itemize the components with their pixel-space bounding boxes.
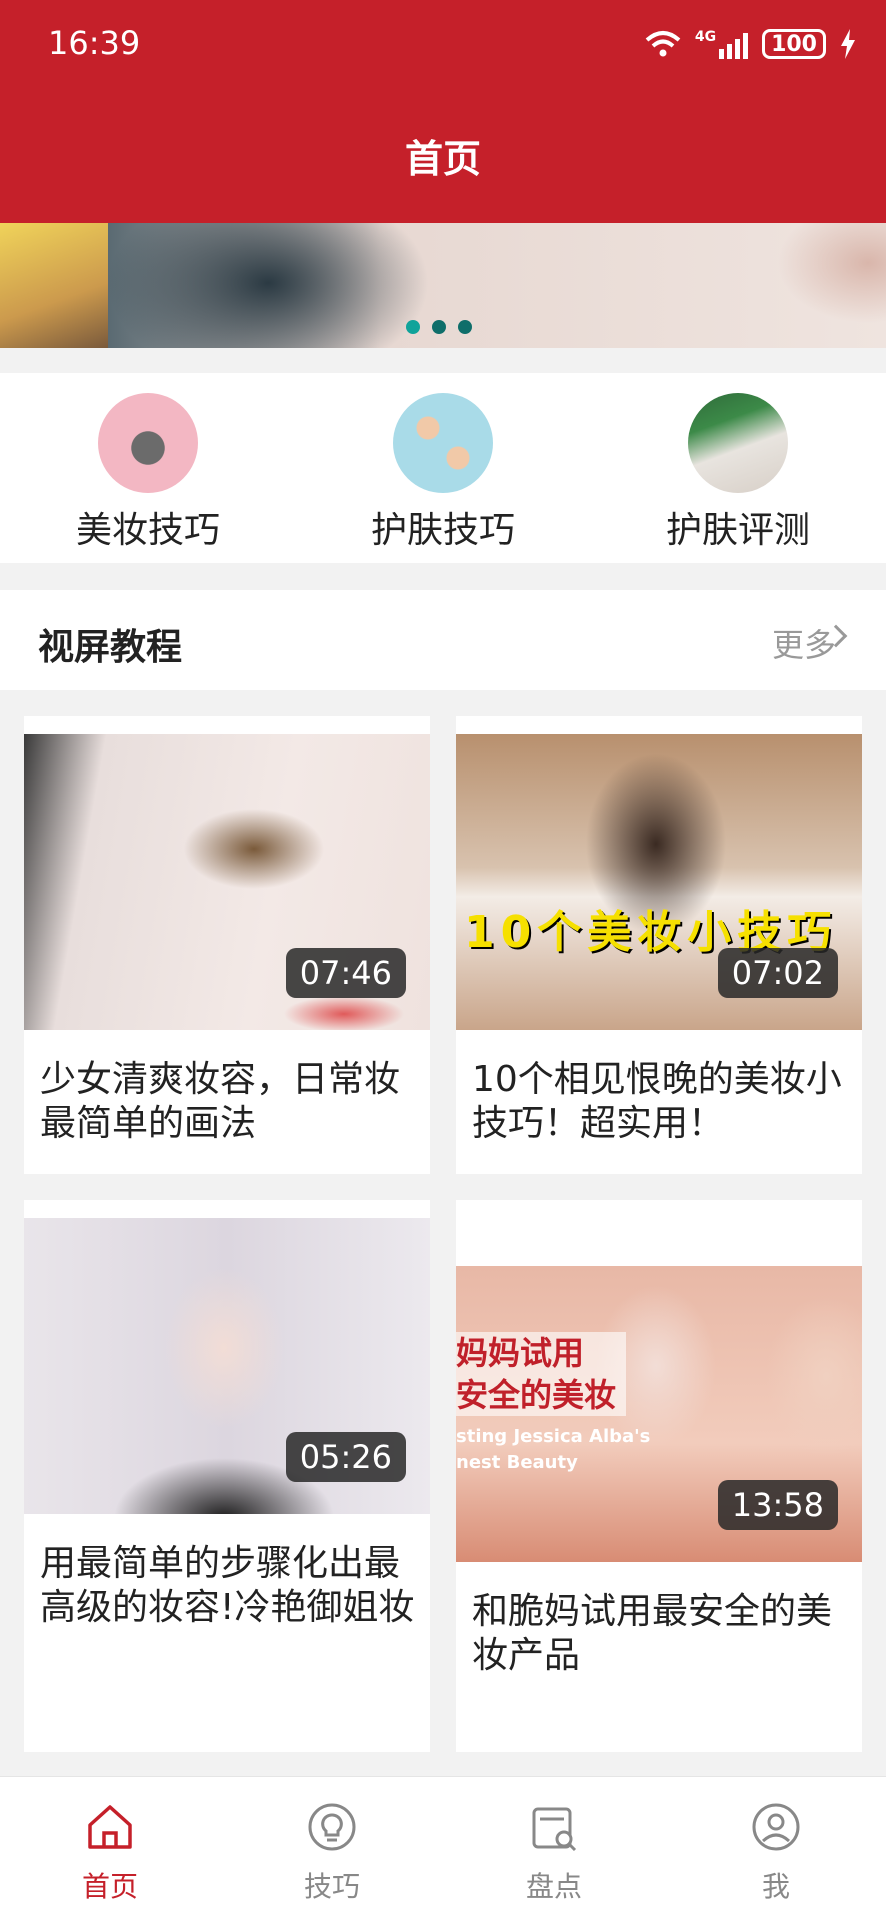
- status-time: 16:39: [48, 24, 141, 62]
- video-title: 少女清爽妆容，日常妆最简单的画法: [40, 1059, 401, 1144]
- banner-image: [108, 223, 886, 348]
- tab-label: 我: [761, 1870, 790, 1903]
- inventory-search-icon: [532, 1807, 577, 1852]
- video-card[interactable]: 10个美妆小技巧 07:02 10个相见恨晚的美妆小技巧！超实用！: [456, 716, 862, 1174]
- video-duration: 07:02: [717, 948, 838, 998]
- makeup-brushes-image: [98, 393, 198, 493]
- carousel-dot: [458, 320, 472, 334]
- category-skincare-review[interactable]: 护肤评测: [638, 393, 838, 553]
- battery-level: 100: [771, 31, 817, 57]
- charging-bolt-icon: [841, 29, 855, 59]
- category-row: 美妆技巧 护肤技巧 护肤评测: [0, 373, 886, 563]
- thumbnail-overlay-text-en: sting Jessica Alba's nest Beauty: [456, 1426, 651, 1473]
- cellular-icon: 4G: [694, 29, 749, 59]
- video-title: 和脆妈试用最安全的美妆产品: [472, 1591, 833, 1676]
- top-app-bar: 16:39 4G 100 首页: [0, 0, 886, 223]
- category-label: 美妆技巧: [75, 510, 220, 551]
- video-duration: 05:26: [285, 1432, 406, 1482]
- video-card[interactable]: 05:26 用最简单的步骤化出最高级的妆容!冷艳御姐妆: [24, 1200, 430, 1752]
- banner-prev-slide: [0, 223, 108, 348]
- video-card[interactable]: 妈妈试用 安全的美妆 sting Jessica Alba's nest Bea…: [456, 1200, 862, 1752]
- skincare-pattern-image: [393, 393, 493, 493]
- tab-inventory[interactable]: 盘点: [494, 1801, 614, 1905]
- category-label: 护肤技巧: [370, 510, 515, 551]
- thumbnail-overlay-text: 妈妈试用 安全的美妆: [456, 1332, 626, 1416]
- tab-label: 技巧: [303, 1870, 360, 1903]
- category-label: 护肤评测: [665, 510, 810, 551]
- tab-label: 盘点: [525, 1870, 582, 1903]
- tab-label: 首页: [81, 1870, 138, 1903]
- skincare-review-image: [688, 393, 788, 493]
- carousel-dot: [432, 320, 446, 334]
- video-card[interactable]: 07:46 少女清爽妆容，日常妆最简单的画法: [24, 716, 430, 1174]
- wifi-icon: [645, 31, 681, 57]
- video-duration: 13:58: [717, 1480, 838, 1530]
- tab-profile[interactable]: 我: [716, 1801, 836, 1905]
- tab-tips[interactable]: 技巧: [272, 1801, 392, 1905]
- profile-icon: [752, 1803, 800, 1851]
- video-title: 10个相见恨晚的美妆小技巧！超实用！: [472, 1059, 842, 1144]
- category-skincare-tips[interactable]: 护肤技巧: [343, 393, 543, 553]
- lightbulb-icon: [308, 1803, 356, 1851]
- video-duration: 07:46: [285, 948, 406, 998]
- category-makeup-tips[interactable]: 美妆技巧: [48, 393, 248, 553]
- network-type: 4G: [694, 29, 717, 45]
- carousel-indicator: [406, 320, 472, 334]
- tab-home[interactable]: 首页: [50, 1801, 170, 1905]
- status-icons: 4G 100: [645, 24, 856, 64]
- battery-icon: 100: [762, 29, 826, 59]
- page-title: 首页: [404, 137, 481, 181]
- home-icon: [88, 1805, 132, 1849]
- carousel-dot-active: [406, 320, 420, 334]
- video-section-header: 视屏教程 更多: [0, 590, 886, 690]
- section-title: 视屏教程: [38, 627, 183, 668]
- bottom-tab-bar: 首页 技巧 盘点 我: [0, 1776, 886, 1920]
- video-title: 用最简单的步骤化出最高级的妆容!冷艳御姐妆: [40, 1543, 415, 1628]
- more-link[interactable]: 更多: [772, 620, 836, 666]
